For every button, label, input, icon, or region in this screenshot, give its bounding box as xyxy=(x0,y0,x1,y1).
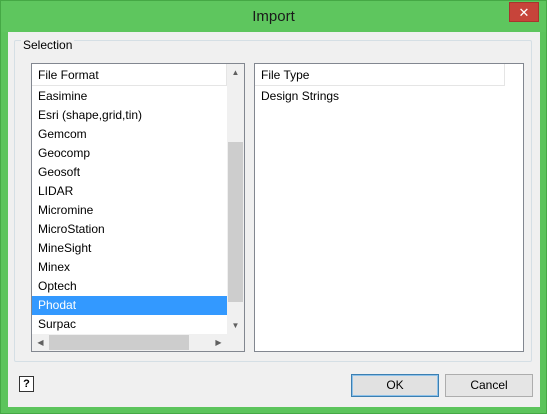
list-item[interactable]: Gemcom xyxy=(32,125,227,144)
list-item[interactable]: Optech xyxy=(32,277,227,296)
cancel-button[interactable]: Cancel xyxy=(445,374,533,397)
list-item[interactable]: Easimine xyxy=(32,87,227,106)
list-item[interactable]: Phodat xyxy=(32,296,227,315)
scroll-left-icon[interactable]: ◀ xyxy=(32,334,49,351)
horizontal-scroll-thumb[interactable] xyxy=(49,335,189,350)
file-format-hscrollbar[interactable]: ◀ ▶ xyxy=(32,334,227,351)
file-format-rows: Easimine Esri (shape,grid,tin) Gemcom Geoco… xyxy=(32,87,227,334)
list-item[interactable]: Geocomp xyxy=(32,144,227,163)
dialog-body: Selection File Format Easimine Esri (shap… xyxy=(8,32,540,407)
list-item[interactable]: Design Strings xyxy=(255,87,523,106)
file-format-vscrollbar[interactable]: ▲ ▼ xyxy=(227,64,244,334)
help-icon[interactable]: ? xyxy=(19,376,34,392)
scroll-right-icon[interactable]: ▶ xyxy=(210,334,227,351)
scroll-up-icon[interactable]: ▲ xyxy=(227,64,244,81)
list-item[interactable]: Minex xyxy=(32,258,227,277)
list-item[interactable]: LIDAR xyxy=(32,182,227,201)
selection-legend: Selection xyxy=(21,38,75,52)
list-item[interactable]: Geosoft xyxy=(32,163,227,182)
list-item[interactable]: Micromine xyxy=(32,201,227,220)
list-item[interactable]: Esri (shape,grid,tin) xyxy=(32,106,227,125)
ok-button[interactable]: OK xyxy=(351,374,439,397)
close-icon: ✕ xyxy=(518,4,530,20)
import-dialog: Import ✕ Selection File Format Easimine E… xyxy=(0,0,547,414)
file-type-rows: Design Strings xyxy=(255,87,523,106)
list-item[interactable]: MicroStation xyxy=(32,220,227,239)
window-title: Import xyxy=(252,8,295,25)
list-item[interactable]: MineSight xyxy=(32,239,227,258)
close-button[interactable]: ✕ xyxy=(509,2,539,22)
title-bar[interactable]: Import ✕ xyxy=(1,1,546,32)
scrollbar-corner xyxy=(227,334,244,351)
list-item[interactable]: Surpac xyxy=(32,315,227,334)
file-type-header[interactable]: File Type xyxy=(255,64,505,86)
file-type-list[interactable]: File Type Design Strings xyxy=(254,63,524,352)
scroll-down-icon[interactable]: ▼ xyxy=(227,317,244,334)
file-format-list[interactable]: File Format Easimine Esri (shape,grid,tin… xyxy=(31,63,245,352)
vertical-scroll-thumb[interactable] xyxy=(228,142,243,302)
file-format-header[interactable]: File Format xyxy=(32,64,227,86)
